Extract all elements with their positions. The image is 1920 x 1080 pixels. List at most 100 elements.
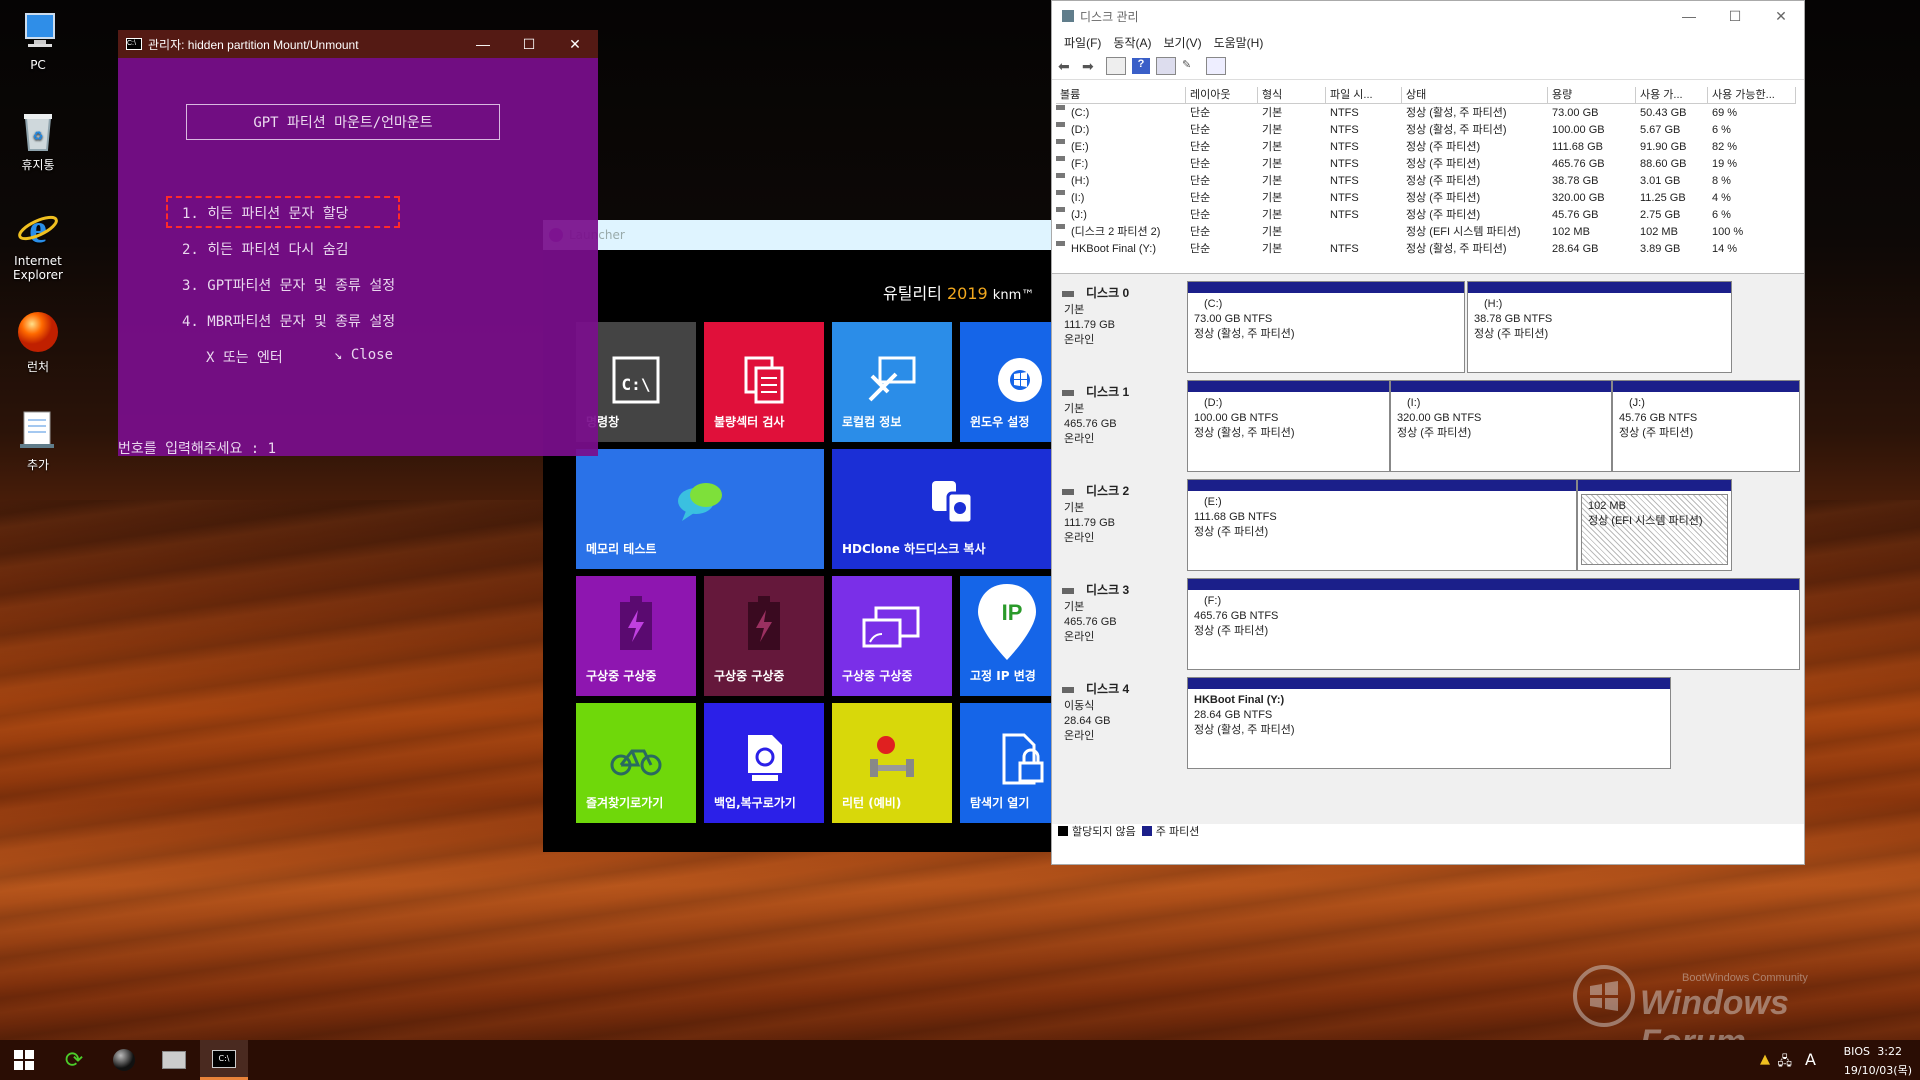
col-free[interactable]: 사용 가...	[1636, 87, 1708, 103]
partition-type-bar	[1468, 282, 1731, 293]
launcher-titlebar[interactable]: Launcher	[543, 220, 1053, 250]
col-status[interactable]: 상태	[1402, 87, 1548, 103]
disk-label-panel[interactable]: 디스크 3 기본 465.76 GB 온라인	[1054, 577, 1184, 671]
maximize-button[interactable]: ☐	[1712, 2, 1758, 30]
cell-capacity: 100.00 GB	[1552, 124, 1605, 136]
cell-volume: (E:)	[1071, 141, 1089, 153]
taskbar-refresh[interactable]: ⟳	[50, 1040, 98, 1080]
cmd-window[interactable]: C:\ 관리자: hidden partition Mount/Unmount …	[118, 30, 598, 458]
back-arrow-icon[interactable]: ⬅	[1058, 58, 1076, 74]
tile-static-ip[interactable]: IP 고정 IP 변경	[960, 576, 1053, 696]
partition-block[interactable]: 102 MB 정상 (EFI 시스템 파티션)	[1577, 479, 1732, 571]
disk-icon	[162, 1051, 186, 1069]
menu-view[interactable]: 보기(V)	[1163, 34, 1201, 51]
volume-row[interactable]: HKBoot Final (Y:) 단순 기본 NTFS 정상 (활성, 주 파티션) 2…	[1056, 241, 1796, 258]
volume-row[interactable]: (C:) 단순 기본 NTFS 정상 (활성, 주 파티션) 73.00 GB 50.43 …	[1056, 105, 1796, 122]
console-tree-icon[interactable]	[1106, 57, 1126, 75]
desktop-icon-launcher[interactable]: 런처	[8, 310, 68, 375]
tile-bad-sector-check[interactable]: 불량섹터 검사	[704, 322, 824, 442]
tray-ime[interactable]: A	[1805, 1050, 1816, 1069]
clock-date[interactable]: 19/10/03(목)	[1844, 1062, 1912, 1078]
volume-row[interactable]: (I:) 단순 기본 NTFS 정상 (주 파티션) 320.00 GB 11.25 GB 4…	[1056, 190, 1796, 207]
desktop-icon-notepad[interactable]: 추가	[8, 408, 68, 473]
partition-block[interactable]: (F:) 465.76 GB NTFS 정상 (주 파티션)	[1187, 578, 1800, 670]
tile-planning-1[interactable]: 구상중 구상중	[576, 576, 696, 696]
partition-name: HKBoot Final (Y:)	[1194, 694, 1285, 706]
tile-windows-settings[interactable]: 윈도우 설정	[960, 322, 1053, 442]
cmd-prompt[interactable]: 번호를 입력해주세요 : 1	[118, 438, 276, 458]
disk-label-panel[interactable]: 디스크 0 기본 111.79 GB 온라인	[1054, 280, 1184, 374]
volume-row[interactable]: (H:) 단순 기본 NTFS 정상 (주 파티션) 38.78 GB 3.01 GB 8 %	[1056, 173, 1796, 190]
partition-block[interactable]: HKBoot Final (Y:) 28.64 GB NTFS 정상 (활성, 주 …	[1187, 677, 1671, 769]
properties-icon[interactable]	[1156, 57, 1176, 75]
partition-status: 정상 (주 파티션)	[1397, 427, 1472, 439]
menu-action[interactable]: 동작(A)	[1113, 34, 1151, 51]
desktop-icon-pc[interactable]: PC	[8, 10, 68, 72]
volume-row[interactable]: (E:) 단순 기본 NTFS 정상 (주 파티션) 111.68 GB 91.90 GB 8…	[1056, 139, 1796, 156]
col-free-pct[interactable]: 사용 가능한...	[1708, 87, 1796, 103]
col-layout[interactable]: 레이아웃	[1186, 87, 1258, 103]
partition-body: (I:) 320.00 GB NTFS 정상 (주 파티션)	[1391, 392, 1611, 469]
disk-label-panel[interactable]: 디스크 1 기본 465.76 GB 온라인	[1054, 379, 1184, 473]
col-type[interactable]: 형식	[1258, 87, 1326, 103]
disk-management-window[interactable]: 디스크 관리 — ☐ ✕ 파일(F) 동작(A) 보기(V) 도움말(H) ⬅ …	[1051, 0, 1805, 865]
tile-label: 로컬컴 정보	[842, 415, 902, 429]
disk-label-panel[interactable]: 디스크 2 기본 111.79 GB 온라인	[1054, 478, 1184, 572]
tile-memory-test[interactable]: 메모리 테스트	[576, 449, 824, 569]
volume-row[interactable]: (J:) 단순 기본 NTFS 정상 (주 파티션) 45.76 GB 2.75 GB 6 %	[1056, 207, 1796, 224]
cell-volume: (디스크 2 파티션 2)	[1071, 226, 1161, 238]
volume-row[interactable]: (F:) 단순 기본 NTFS 정상 (주 파티션) 465.76 GB 88.60 GB 1…	[1056, 156, 1796, 173]
partition-block[interactable]: (J:) 45.76 GB NTFS 정상 (주 파티션)	[1612, 380, 1800, 472]
launcher-window[interactable]: Launcher 유틸리티 2019 knm™ C:\ 명령창 불량섹터 검사 …	[543, 220, 1053, 852]
partition-block[interactable]: (C:) 73.00 GB NTFS 정상 (활성, 주 파티션)	[1187, 281, 1465, 373]
maximize-button[interactable]: ☐	[506, 30, 552, 58]
partition-block[interactable]: (D:) 100.00 GB NTFS 정상 (활성, 주 파티션)	[1187, 380, 1390, 472]
col-capacity[interactable]: 용량	[1548, 87, 1636, 103]
close-button[interactable]: ✕	[1758, 2, 1804, 30]
disk-label-panel[interactable]: 디스크 4 이동식 28.64 GB 온라인	[1054, 676, 1184, 770]
tray-network-icon[interactable]: 🖧	[1778, 1052, 1793, 1074]
pencil-icon[interactable]: ✎	[1182, 58, 1200, 74]
partition-block[interactable]: (E:) 111.68 GB NTFS 정상 (주 파티션)	[1187, 479, 1577, 571]
tile-explorer[interactable]: 탐색기 열기	[960, 703, 1053, 823]
help-icon[interactable]: ?	[1132, 58, 1150, 74]
desktop-icon-ie[interactable]: e Internet Explorer	[8, 206, 68, 282]
close-button[interactable]: ✕	[552, 30, 598, 58]
minimize-button[interactable]: —	[460, 30, 506, 58]
minimize-button[interactable]: —	[1666, 2, 1712, 30]
taskbar-disk[interactable]	[150, 1040, 198, 1080]
desktop-icon-label: Internet Explorer	[13, 254, 63, 282]
clock-time[interactable]: 3:22	[1877, 1045, 1902, 1058]
partition-body: (F:) 465.76 GB NTFS 정상 (주 파티션)	[1188, 590, 1799, 667]
tray-bios-label: BIOS	[1843, 1045, 1870, 1058]
tile-planning-2[interactable]: 구상중 구상중	[704, 576, 824, 696]
col-filesystem[interactable]: 파일 시...	[1326, 87, 1402, 103]
tile-planning-3[interactable]: 구상중 구상중	[832, 576, 952, 696]
menu-help[interactable]: 도움말(H)	[1214, 34, 1264, 51]
forward-arrow-icon[interactable]: ➡	[1082, 58, 1100, 74]
view-icon[interactable]	[1206, 57, 1226, 75]
tile-backup-restore[interactable]: 백업,복구로가기	[704, 703, 824, 823]
cell-filesystem: NTFS	[1330, 158, 1359, 170]
taskbar-cmd[interactable]: C:\	[200, 1040, 248, 1080]
start-button[interactable]	[0, 1040, 48, 1080]
partition-block[interactable]: (I:) 320.00 GB NTFS 정상 (주 파티션)	[1390, 380, 1612, 472]
partition-block[interactable]: (H:) 38.78 GB NTFS 정상 (주 파티션)	[1467, 281, 1732, 373]
disk-size: 111.79 GB	[1064, 517, 1115, 529]
menu-file[interactable]: 파일(F)	[1064, 34, 1101, 51]
taskbar-orb[interactable]	[100, 1040, 148, 1080]
cmd-title: 관리자: hidden partition Mount/Unmount	[148, 37, 359, 52]
tile-return[interactable]: 리턴 (예비)	[832, 703, 952, 823]
desktop-icon-recycle-bin[interactable]: ♻ 휴지통	[8, 108, 68, 173]
disk-name: 디스크 3	[1086, 583, 1130, 597]
tile-hdclone[interactable]: HDClone 하드디스크 복사	[832, 449, 1053, 569]
col-volume[interactable]: 볼륨	[1056, 87, 1186, 103]
tile-favorites[interactable]: 즐겨찾기로가기	[576, 703, 696, 823]
tile-local-info[interactable]: 로컬컴 정보	[832, 322, 952, 442]
tray-warning-icon[interactable]: ▲	[1760, 1052, 1770, 1067]
volume-row[interactable]: (디스크 2 파티션 2) 단순 기본 정상 (EFI 시스템 파티션) 102 MB 1…	[1056, 224, 1796, 241]
cmd-titlebar[interactable]: C:\ 관리자: hidden partition Mount/Unmount …	[118, 30, 598, 58]
volume-row[interactable]: (D:) 단순 기본 NTFS 정상 (활성, 주 파티션) 100.00 GB 5.67 …	[1056, 122, 1796, 139]
cell-status: 정상 (주 파티션)	[1406, 141, 1481, 153]
dm-titlebar[interactable]: 디스크 관리 — ☐ ✕	[1052, 1, 1804, 31]
